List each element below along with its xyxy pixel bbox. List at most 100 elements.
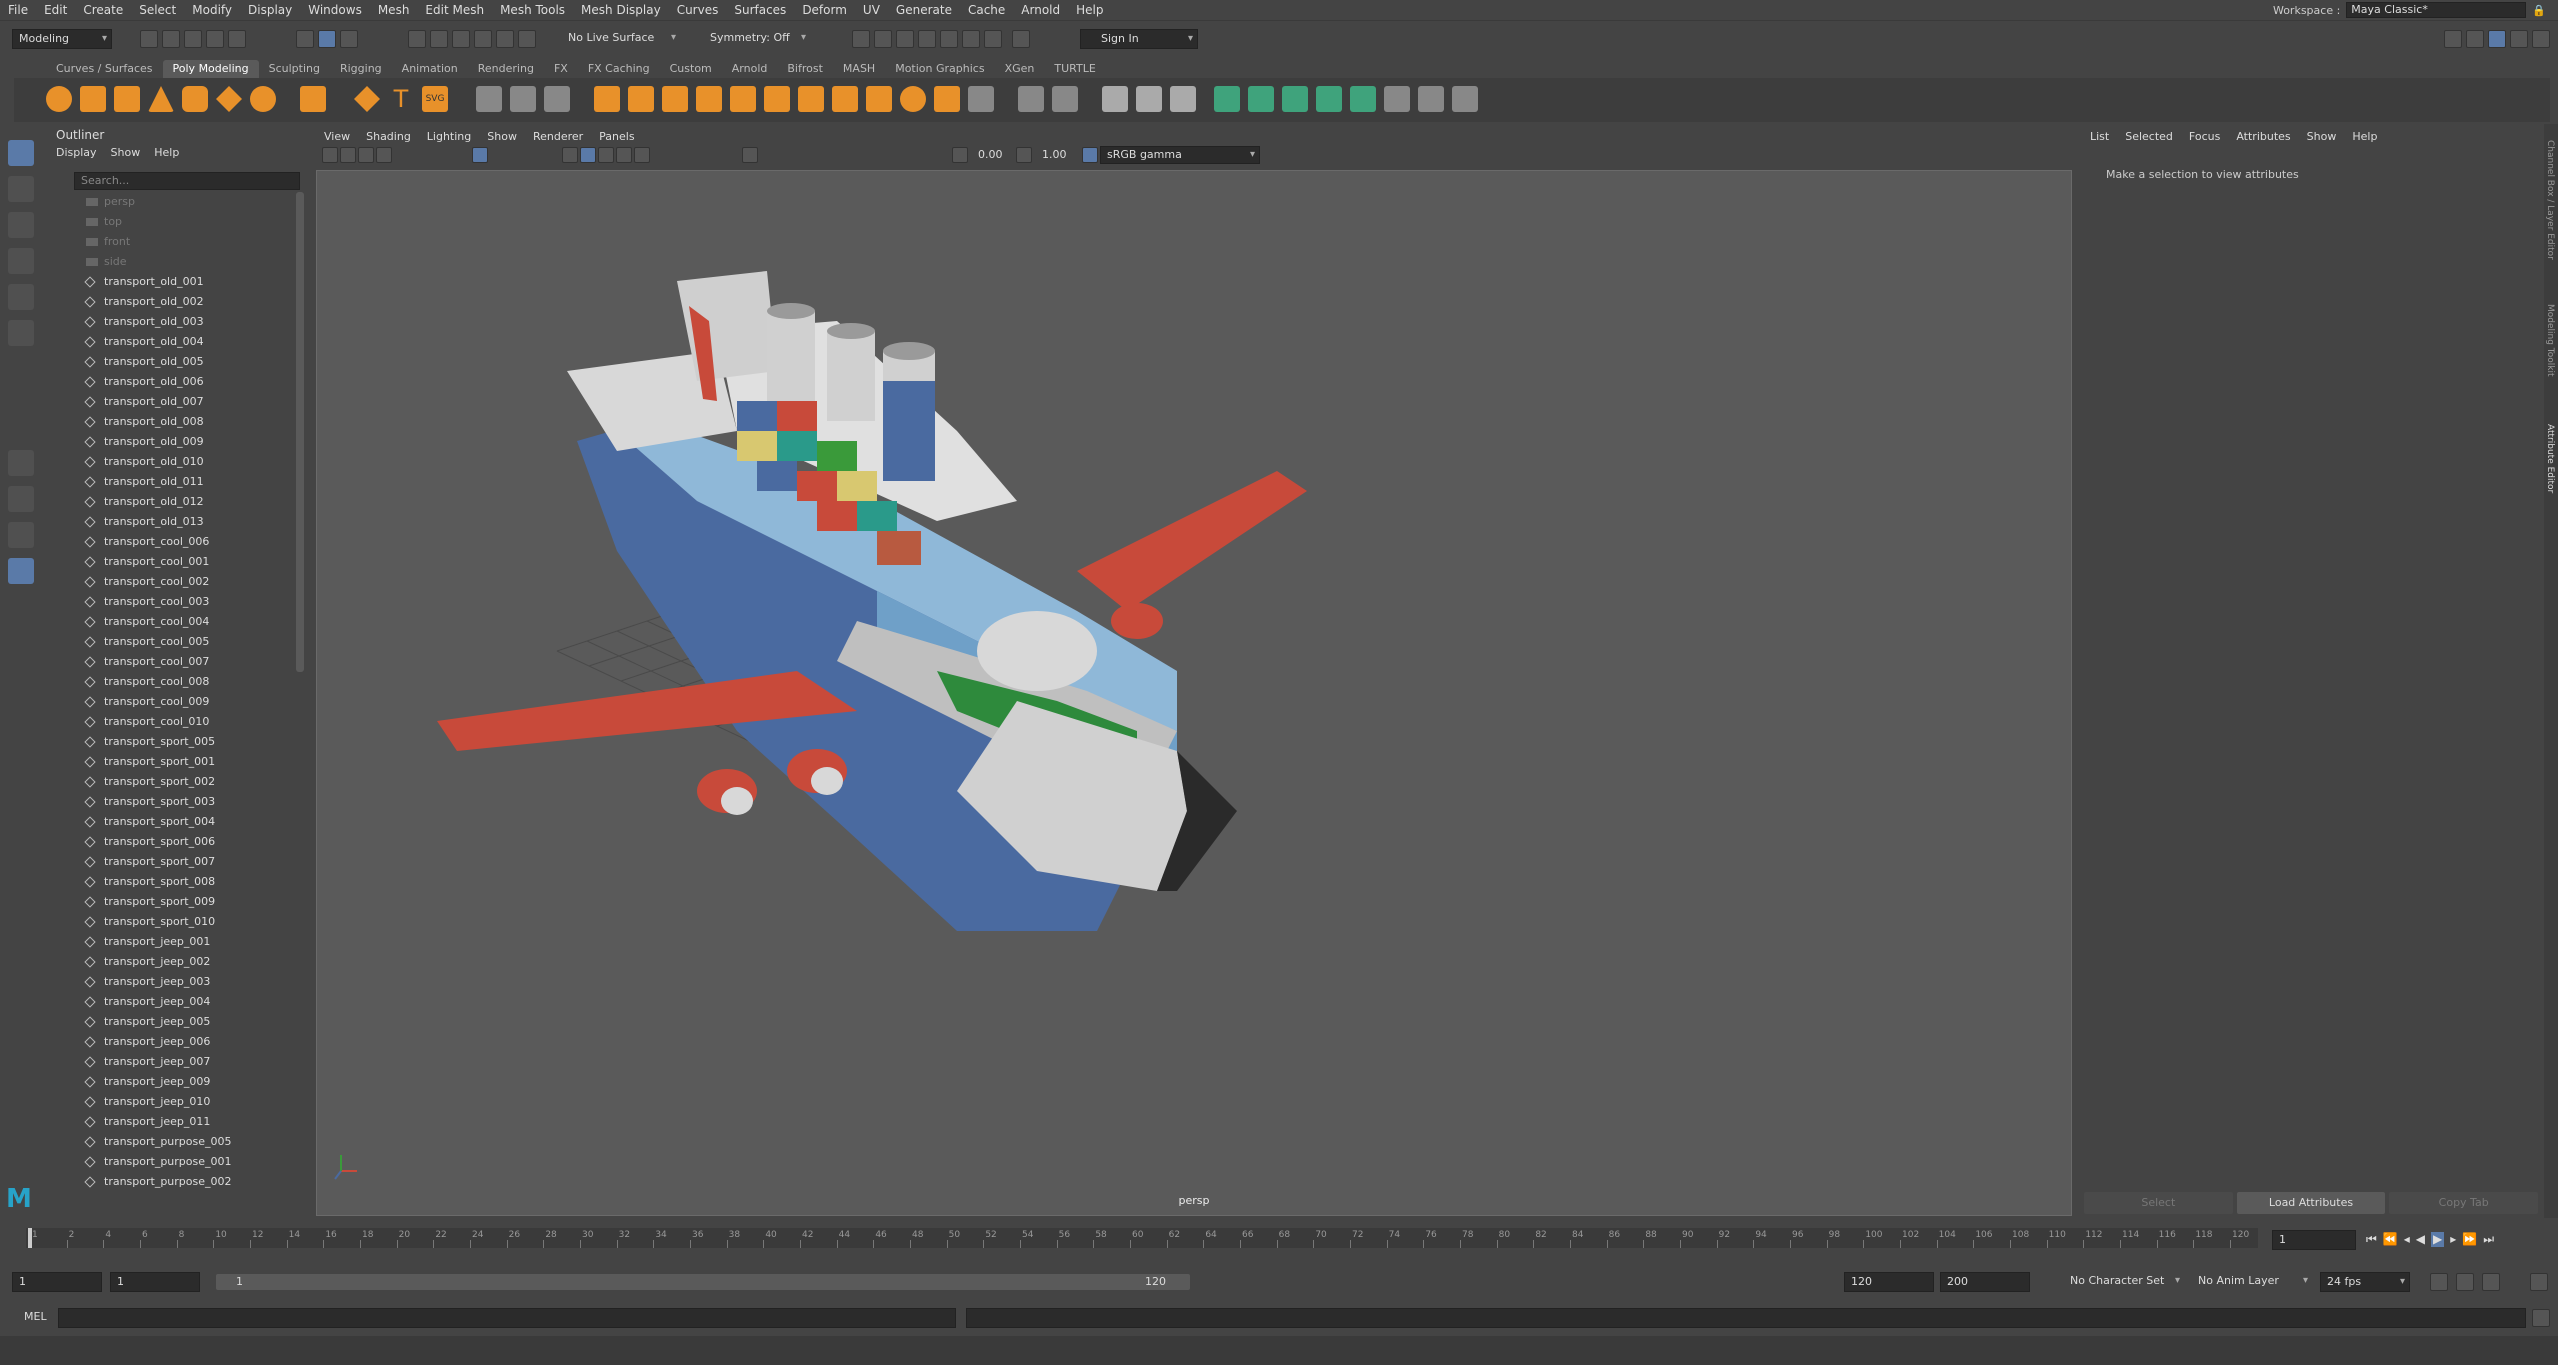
attribute-editor-toggle-icon[interactable]: [2488, 30, 2506, 48]
rotate-tool-icon[interactable]: [8, 284, 34, 310]
channel-box-toggle-icon[interactable]: [2532, 30, 2550, 48]
select-button[interactable]: Select: [2084, 1192, 2233, 1214]
outliner-camera-item[interactable]: front: [46, 232, 296, 252]
viewport-menu-lighting[interactable]: Lighting: [427, 130, 471, 143]
open-scene-icon[interactable]: [162, 30, 180, 48]
menu-display[interactable]: Display: [240, 3, 300, 17]
merge-icon[interactable]: [798, 86, 824, 112]
type-tool-icon[interactable]: T: [388, 86, 414, 112]
outliner-scrollbar[interactable]: [296, 192, 304, 672]
outliner-item[interactable]: transport_old_003: [46, 312, 296, 332]
play-backward-icon[interactable]: ◀: [2416, 1232, 2425, 1247]
snap-point-icon[interactable]: [452, 30, 470, 48]
attr-menu-attributes[interactable]: Attributes: [2236, 130, 2290, 143]
shelf-tab-mash[interactable]: MASH: [833, 60, 885, 78]
load-attributes-button[interactable]: Load Attributes: [2236, 1192, 2386, 1214]
viewport-menu-show[interactable]: Show: [487, 130, 517, 143]
bookmarks-icon[interactable]: [358, 147, 374, 163]
bevel-icon[interactable]: [696, 86, 722, 112]
outliner-item[interactable]: transport_jeep_006: [46, 1032, 296, 1052]
poly-torus-icon[interactable]: [182, 86, 208, 112]
outliner-item[interactable]: transport_cool_006: [46, 532, 296, 552]
outliner-item[interactable]: transport_cool_005: [46, 632, 296, 652]
outliner-item[interactable]: transport_old_011: [46, 472, 296, 492]
snap-vertex-icon[interactable]: [518, 30, 536, 48]
single-perspective-layout-icon[interactable]: [8, 450, 34, 476]
loop-icon[interactable]: [2430, 1273, 2448, 1291]
outliner-item[interactable]: transport_jeep_009: [46, 1072, 296, 1092]
snap-surface-icon[interactable]: [496, 30, 514, 48]
key-prefs-icon[interactable]: [2530, 1273, 2548, 1291]
smooth-icon[interactable]: [544, 86, 570, 112]
step-forward-frame-icon[interactable]: ▸: [2450, 1232, 2456, 1247]
tab-attribute-editor[interactable]: Attribute Editor: [2545, 424, 2555, 493]
outliner-item[interactable]: transport_cool_008: [46, 672, 296, 692]
scale-tool-icon[interactable]: [8, 320, 34, 346]
shadows-icon[interactable]: [634, 147, 650, 163]
sign-in-button[interactable]: Sign In: [1080, 29, 1198, 49]
menu-mesh-display[interactable]: Mesh Display: [573, 3, 669, 17]
view-transform-icon[interactable]: [1082, 147, 1098, 163]
select-objects-icon[interactable]: [318, 30, 336, 48]
mirror-icon[interactable]: [934, 86, 960, 112]
hypershade-icon[interactable]: [940, 30, 958, 48]
move-tool-icon[interactable]: [8, 248, 34, 274]
end-time-field[interactable]: 200: [1940, 1272, 2030, 1292]
save-scene-icon[interactable]: [184, 30, 202, 48]
outliner-camera-item[interactable]: side: [46, 252, 296, 272]
shelf-tab-sculpting[interactable]: Sculpting: [259, 60, 330, 78]
lights-icon[interactable]: [616, 147, 632, 163]
gamma-field[interactable]: 1.00: [1036, 146, 1076, 164]
outliner-item[interactable]: transport_cool_010: [46, 712, 296, 732]
outliner-item[interactable]: transport_purpose_005: [46, 1132, 296, 1152]
shelf-tab-fx[interactable]: FX: [544, 60, 578, 78]
playback-end-field[interactable]: 120: [1844, 1272, 1934, 1292]
outliner-item[interactable]: transport_old_013: [46, 512, 296, 532]
poly-platonic-icon[interactable]: [300, 86, 326, 112]
outliner-item[interactable]: transport_cool_009: [46, 692, 296, 712]
outliner-item[interactable]: transport_old_009: [46, 432, 296, 452]
attr-menu-focus[interactable]: Focus: [2189, 130, 2220, 143]
range-slider-bar[interactable]: 1 120: [216, 1274, 1190, 1290]
layout-uv-icon[interactable]: [1418, 86, 1444, 112]
menu-curves[interactable]: Curves: [669, 3, 727, 17]
insert-edge-loop-icon[interactable]: [1102, 86, 1128, 112]
outliner-item[interactable]: transport_old_006: [46, 372, 296, 392]
viewport-menu-panels[interactable]: Panels: [599, 130, 634, 143]
outliner-item[interactable]: transport_jeep_001: [46, 932, 296, 952]
animation-prefs-icon[interactable]: [2482, 1273, 2500, 1291]
menu-generate[interactable]: Generate: [888, 3, 960, 17]
image-plane-icon[interactable]: [376, 147, 392, 163]
current-time-marker[interactable]: [28, 1228, 32, 1248]
undo-icon[interactable]: [206, 30, 224, 48]
poly-disc-icon[interactable]: [250, 86, 276, 112]
shelf-tab-animation[interactable]: Animation: [392, 60, 468, 78]
uv-editor-icon[interactable]: [1214, 86, 1240, 112]
menu-windows[interactable]: Windows: [300, 3, 370, 17]
outliner-item[interactable]: transport_sport_006: [46, 832, 296, 852]
outliner-item[interactable]: transport_old_004: [46, 332, 296, 352]
menu-uv[interactable]: UV: [855, 3, 888, 17]
menu-mesh-tools[interactable]: Mesh Tools: [492, 3, 573, 17]
shelf-tab-poly-modeling[interactable]: Poly Modeling: [162, 60, 259, 78]
outliner-item[interactable]: transport_sport_005: [46, 732, 296, 752]
command-input[interactable]: [58, 1308, 956, 1328]
outliner-item[interactable]: transport_purpose_001: [46, 1152, 296, 1172]
outliner-item[interactable]: transport_old_010: [46, 452, 296, 472]
attr-menu-show[interactable]: Show: [2307, 130, 2337, 143]
super-shape-icon[interactable]: [354, 86, 380, 112]
separate-icon[interactable]: [510, 86, 536, 112]
step-back-frame-icon[interactable]: ◂: [2404, 1232, 2410, 1247]
select-camera-icon[interactable]: [322, 147, 338, 163]
light-editor-icon[interactable]: [984, 30, 1002, 48]
camera-attributes-icon[interactable]: [340, 147, 356, 163]
outliner-item[interactable]: transport_cool_007: [46, 652, 296, 672]
copy-tab-button[interactable]: Copy Tab: [2389, 1192, 2539, 1214]
step-back-key-icon[interactable]: ⏪: [2383, 1232, 2398, 1247]
play-forward-icon[interactable]: ▶: [2431, 1232, 2445, 1247]
poly-cube-icon[interactable]: [80, 86, 106, 112]
fill-hole-icon[interactable]: [764, 86, 790, 112]
menu-deform[interactable]: Deform: [794, 3, 855, 17]
wedge-icon[interactable]: [866, 86, 892, 112]
go-to-start-icon[interactable]: ⏮: [2366, 1232, 2377, 1247]
